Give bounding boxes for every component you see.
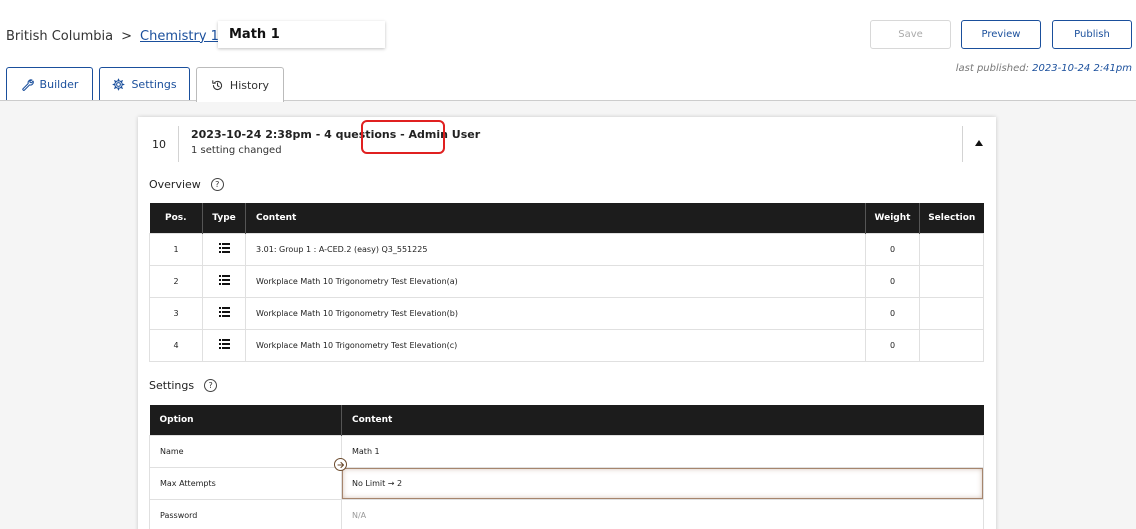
row-type <box>202 328 246 362</box>
save-button[interactable]: Save <box>870 20 951 49</box>
row-position: 2 <box>149 264 203 298</box>
tab-settings-label: Settings <box>131 77 177 91</box>
column-header-option: Option <box>149 405 342 435</box>
table-row: 1 3.01: Group 1 : A-CED.2 (easy) Q3_5512… <box>149 232 984 266</box>
row-weight: 0 <box>865 328 920 362</box>
last-published-info: last published: 2023-10-24 2:41pm <box>956 63 1132 74</box>
column-header-selection: Selection <box>919 203 984 233</box>
divider <box>178 126 179 162</box>
row-selection <box>919 296 984 330</box>
gear-icon <box>113 78 125 90</box>
list-icon <box>218 307 230 317</box>
row-content: 3.01: Group 1 : A-CED.2 (easy) Q3_551225 <box>245 232 866 266</box>
row-type <box>202 264 246 298</box>
table-row: Name Math 1 <box>149 434 984 468</box>
table-row: 2 Workplace Math 10 Trigonometry Test El… <box>149 264 984 298</box>
row-type <box>202 296 246 330</box>
table-row: 3 Workplace Math 10 Trigonometry Test El… <box>149 296 984 330</box>
tab-builder[interactable]: Builder <box>6 67 93 100</box>
divider <box>962 126 963 162</box>
row-selection <box>919 328 984 362</box>
table-row-changed: Max Attempts No Limit → 2 <box>149 466 984 500</box>
settings-table: Option Content Name Math 1 Max Attempts … <box>149 405 984 529</box>
setting-option: Name <box>149 434 342 468</box>
row-content: Workplace Math 10 Trigonometry Test Elev… <box>245 296 866 330</box>
annotation-highlight-box <box>361 120 445 154</box>
overview-heading: Overview ? <box>149 178 224 191</box>
tab-builder-label: Builder <box>39 77 79 91</box>
table-row: 4 Workplace Math 10 Trigonometry Test El… <box>149 328 984 362</box>
setting-option: Password <box>149 498 342 529</box>
column-header-pos: Pos. <box>149 203 203 233</box>
column-header-content: Content <box>245 203 866 233</box>
version-subtitle: 1 setting changed <box>191 145 282 156</box>
settings-heading: Settings ? <box>149 379 218 392</box>
overview-label: Overview <box>149 178 201 191</box>
row-content: Workplace Math 10 Trigonometry Test Elev… <box>245 328 866 362</box>
last-published-label: last published: <box>955 63 1029 74</box>
assessment-title-field[interactable]: Math 1 <box>218 21 385 48</box>
row-position: 4 <box>149 328 203 362</box>
breadcrumb-separator: > <box>121 28 133 44</box>
help-icon[interactable]: ? <box>204 379 218 392</box>
preview-button[interactable]: Preview <box>961 20 1041 49</box>
wrench-icon <box>21 78 34 91</box>
caret-up-icon <box>975 140 983 146</box>
tab-history-label: History <box>229 78 270 92</box>
row-weight: 0 <box>865 264 920 298</box>
column-header-weight: Weight <box>865 203 920 233</box>
breadcrumb-root: British Columbia <box>6 28 114 44</box>
tab-settings[interactable]: Settings <box>99 67 190 100</box>
column-header-content: Content <box>341 405 984 435</box>
version-number: 10 <box>152 138 166 151</box>
setting-content: Math 1 <box>341 434 984 468</box>
history-icon <box>212 79 223 90</box>
row-selection <box>919 232 984 266</box>
setting-content: N/A <box>341 498 984 529</box>
row-selection <box>919 264 984 298</box>
table-row: Password N/A <box>149 498 984 529</box>
row-position: 3 <box>149 296 203 330</box>
collapse-toggle[interactable] <box>972 137 986 149</box>
setting-option: Max Attempts <box>149 466 342 500</box>
row-content: Workplace Math 10 Trigonometry Test Elev… <box>245 264 866 298</box>
list-icon <box>218 339 230 349</box>
overview-table: Pos. Type Content Weight Selection 1 3.0… <box>149 203 984 362</box>
row-type <box>202 232 246 266</box>
breadcrumb: British Columbia > Chemistry 12 > <box>6 24 254 48</box>
settings-label: Settings <box>149 379 195 392</box>
last-published-value: 2023-10-24 2:41pm <box>1032 63 1132 74</box>
list-icon <box>218 275 230 285</box>
change-indicator <box>334 458 347 471</box>
arrow-right-icon <box>336 461 344 468</box>
help-icon[interactable]: ? <box>210 178 224 191</box>
row-weight: 0 <box>865 232 920 266</box>
column-header-type: Type <box>202 203 246 233</box>
list-icon <box>218 243 230 253</box>
tab-history[interactable]: History <box>196 67 284 102</box>
setting-content: No Limit → 2 <box>341 466 984 500</box>
version-header[interactable]: 10 2023-10-24 2:38pm - 4 questions - Adm… <box>138 117 996 169</box>
publish-button[interactable]: Publish <box>1052 20 1132 49</box>
row-weight: 0 <box>865 296 920 330</box>
row-position: 1 <box>149 232 203 266</box>
version-panel: 10 2023-10-24 2:38pm - 4 questions - Adm… <box>138 117 996 529</box>
breadcrumb-course-link[interactable]: Chemistry 12 <box>140 29 227 44</box>
